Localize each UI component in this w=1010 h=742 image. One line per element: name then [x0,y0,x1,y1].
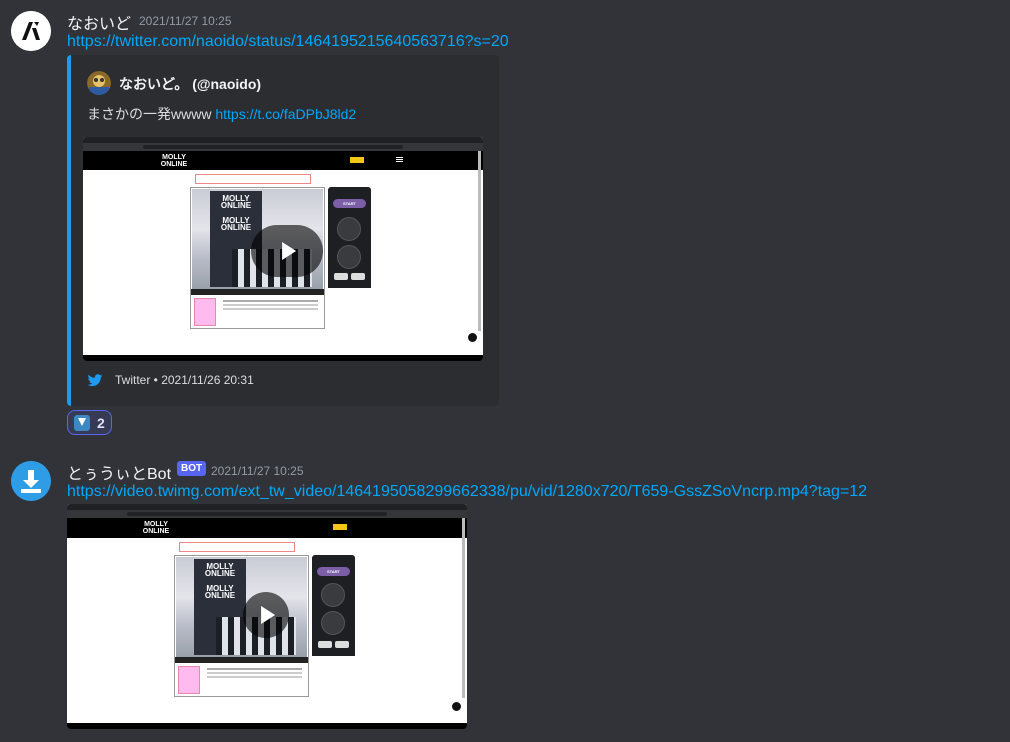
username[interactable]: なおいど [67,10,131,34]
timestamp[interactable]: 2021/11/27 10:25 [211,464,304,478]
embed-author[interactable]: なおいど。 (@naoido) [119,74,261,94]
site-logo-line2: ONLINE [142,528,170,535]
browser-addressbar [67,510,467,518]
arrow-down-emoji-icon [74,414,90,431]
play-icon[interactable] [251,225,323,277]
video-link[interactable]: https://video.twimg.com/ext_tw_video/146… [67,483,867,501]
warning-box [179,542,295,552]
start-button: START [317,567,350,576]
twitter-bird-icon [87,374,103,387]
reaction-button[interactable]: 2 [67,410,112,435]
reaction-count: 2 [97,414,105,431]
twitter-embed: なおいど。 (@naoido) まさかの一発wwww https://t.co/… [67,55,499,406]
embed-footer-text: Twitter • 2021/11/26 20:31 [115,373,254,387]
embed-description: まさかの一発wwww https://t.co/faDPbJ8ld2 [87,104,356,124]
timestamp[interactable]: 2021/11/27 10:25 [139,14,232,28]
game-player: MOLLY ONLINE MOLLY ONLINE [174,555,309,697]
bot-username[interactable]: とぅうぃとBot [67,460,171,484]
embed-author-avatar[interactable] [87,71,111,95]
site-header: MOLLY ONLINE [83,151,483,170]
author-avatar-icon [87,71,111,95]
embed-description-link[interactable]: https://t.co/faDPbJ8ld2 [215,106,356,122]
embed-footer: Twitter • 2021/11/26 20:31 [87,372,254,388]
game-controls: START [328,187,371,302]
game-controls: START [312,555,355,670]
browser-addressbar [83,143,483,151]
embed-description-text: まさかの一発wwww [87,106,212,122]
bot-avatar[interactable] [11,461,51,501]
site-logo-line1: MOLLY [162,154,186,161]
user-avatar[interactable] [11,11,51,51]
embed-video-thumbnail[interactable]: MOLLY ONLINE MOLLY ONLINE MOLLY ONLINE S… [83,137,483,361]
bot-video[interactable]: MOLLY ONLINE MOLLY ONLINE MOLLY ONLINE STA… [67,504,467,729]
download-icon [11,461,51,501]
tweet-link[interactable]: https://twitter.com/naoido/status/146419… [67,33,509,51]
warning-box [195,174,311,184]
site-logo-line2: ONLINE [160,161,188,168]
bot-tag: BOT [177,461,207,476]
play-icon[interactable] [243,592,289,638]
site-header: MOLLY ONLINE [67,518,467,538]
avatar-logo-icon [11,11,51,51]
site-logo-line1: MOLLY [144,521,168,528]
start-button: START [333,199,366,208]
